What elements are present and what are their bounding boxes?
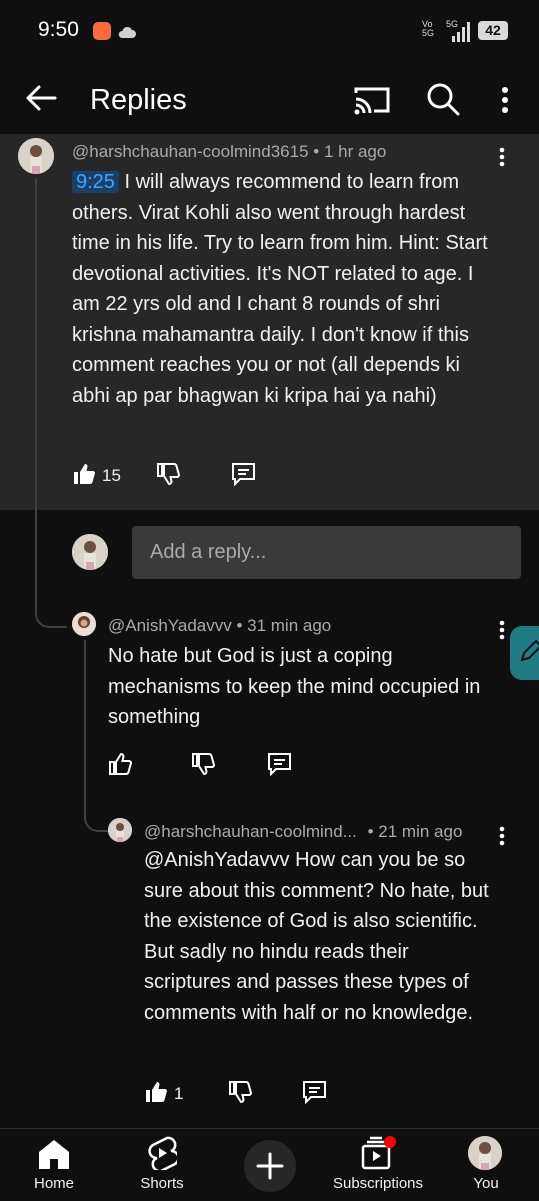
avatar bbox=[468, 1136, 502, 1170]
avatar bbox=[72, 534, 108, 570]
app-notification-icon bbox=[93, 22, 111, 40]
cast-icon[interactable] bbox=[354, 85, 390, 120]
thread-line bbox=[84, 640, 110, 832]
comment-time: • 31 min ago bbox=[236, 616, 332, 635]
comment-author[interactable]: @harshchauhan-coolmind3615 • 1 hr ago bbox=[72, 142, 386, 162]
like-count: 1 bbox=[174, 1084, 184, 1103]
nav-home-label: Home bbox=[33, 1175, 74, 1192]
page-title: Replies bbox=[90, 84, 187, 116]
author-handle[interactable]: @harshchauhan-coolmind... bbox=[144, 822, 357, 841]
avatar[interactable] bbox=[18, 138, 54, 174]
signal-icon bbox=[448, 22, 472, 47]
comment-menu-icon[interactable] bbox=[498, 826, 506, 851]
more-vert-icon[interactable] bbox=[500, 86, 510, 119]
back-arrow-icon[interactable] bbox=[25, 84, 57, 117]
like-count: 15 bbox=[102, 466, 121, 485]
avatar[interactable] bbox=[108, 818, 132, 842]
comment-author[interactable]: @harshchauhan-coolmind... • 21 min ago bbox=[144, 822, 462, 842]
comment-body: No hate but God is just a coping mechani… bbox=[108, 645, 481, 728]
nav-you-label: You bbox=[473, 1175, 499, 1192]
like-icon[interactable] bbox=[72, 462, 96, 491]
nav-subscriptions-label: Subscriptions bbox=[332, 1175, 424, 1192]
subscriptions-icon bbox=[361, 1136, 397, 1175]
comment-body: @AnishYadavvv How can you be so sure abo… bbox=[144, 849, 489, 1024]
author-handle[interactable]: @harshchauhan-coolmind3615 bbox=[72, 142, 309, 161]
battery-icon: 42 bbox=[478, 21, 508, 40]
author-handle[interactable]: @AnishYadavvv bbox=[108, 616, 232, 635]
like-icon[interactable] bbox=[144, 1080, 168, 1109]
comment-text: 9:25 I will always recommend to learn fr… bbox=[72, 167, 502, 411]
search-icon[interactable] bbox=[426, 82, 460, 121]
comment-body: I will always recommend to learn from ot… bbox=[72, 171, 488, 407]
reply-icon[interactable] bbox=[267, 752, 292, 781]
nav-shorts-label: Shorts bbox=[140, 1175, 184, 1192]
reply-icon[interactable] bbox=[302, 1080, 327, 1109]
comment-time: • 21 min ago bbox=[367, 822, 463, 841]
like-icon[interactable] bbox=[108, 752, 133, 781]
create-button[interactable] bbox=[244, 1140, 296, 1192]
reply-placeholder: Add a reply... bbox=[150, 541, 267, 563]
comment-author[interactable]: @AnishYadavvv • 31 min ago bbox=[108, 616, 331, 636]
nav-subscriptions[interactable]: Subscriptions bbox=[328, 1136, 428, 1194]
status-time: 9:50 bbox=[38, 18, 79, 41]
volte-icon: Vo 5G bbox=[422, 19, 435, 38]
nav-shorts[interactable]: Shorts bbox=[128, 1136, 196, 1194]
dislike-icon[interactable] bbox=[191, 752, 216, 781]
cloud-icon bbox=[118, 25, 136, 43]
avatar[interactable] bbox=[72, 612, 96, 636]
comment-time: • 1 hr ago bbox=[313, 142, 387, 161]
reply-icon[interactable] bbox=[231, 462, 256, 491]
dislike-icon[interactable] bbox=[156, 462, 181, 491]
timestamp-link[interactable]: 9:25 bbox=[72, 171, 119, 193]
comment-menu-icon[interactable] bbox=[498, 620, 506, 645]
edit-pencil-icon[interactable] bbox=[510, 626, 539, 680]
home-icon bbox=[37, 1138, 71, 1175]
dislike-icon[interactable] bbox=[228, 1080, 253, 1109]
thread-line bbox=[35, 178, 67, 628]
shorts-icon bbox=[147, 1136, 180, 1175]
nav-home[interactable]: Home bbox=[20, 1136, 88, 1194]
nav-you[interactable]: You bbox=[452, 1136, 520, 1194]
